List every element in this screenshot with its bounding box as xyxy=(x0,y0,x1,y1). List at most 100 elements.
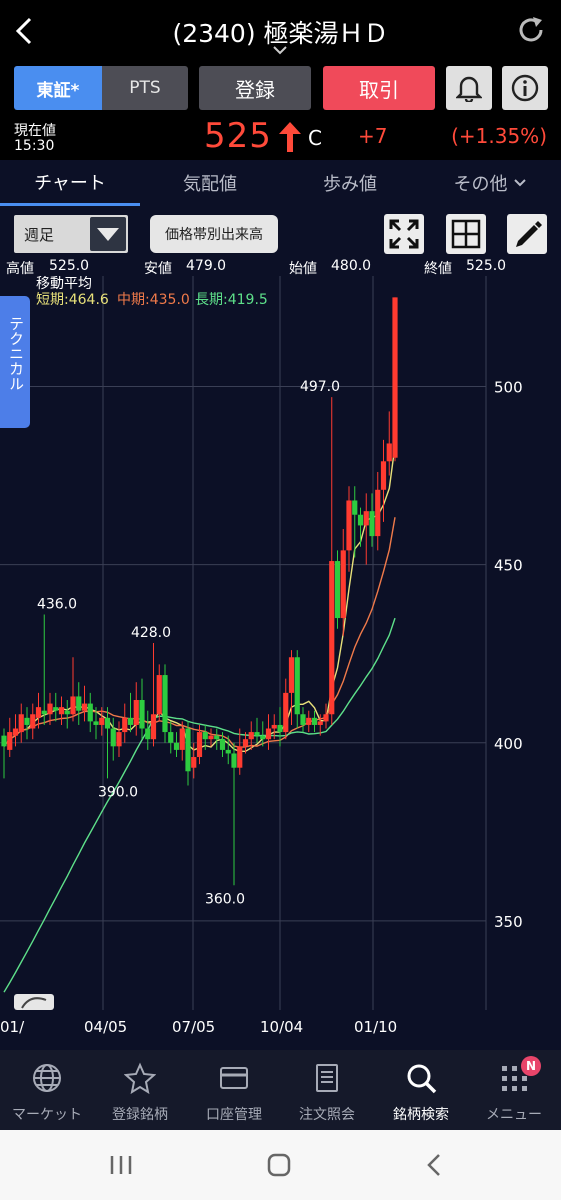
candle-body xyxy=(208,735,214,740)
candle-body xyxy=(150,714,157,740)
nav-label: 口座管理 xyxy=(206,1107,262,1123)
tab-quotes[interactable]: 気配値 xyxy=(140,160,280,206)
nav-label: 注文照会 xyxy=(299,1107,355,1123)
x-tick: 04/05 xyxy=(84,1018,128,1036)
pts-button[interactable]: PTS xyxy=(102,66,188,110)
current-price-label: 現在値 xyxy=(14,123,56,139)
candle-body xyxy=(7,732,13,750)
candle-body xyxy=(81,703,88,711)
expand-icon xyxy=(389,219,419,249)
home-icon[interactable] xyxy=(266,1152,292,1178)
price-annotation: 390.0 xyxy=(98,784,138,800)
candle-body xyxy=(380,461,387,490)
tab-other-label: その他 xyxy=(453,174,508,195)
candle-body xyxy=(369,511,375,537)
tab-ticks[interactable]: 歩み値 xyxy=(280,160,420,206)
candle-body xyxy=(24,717,30,725)
candle-body xyxy=(294,657,300,715)
candle-body xyxy=(352,500,358,515)
candle-body xyxy=(12,728,19,736)
candle-body xyxy=(93,721,99,725)
candle-body xyxy=(329,561,335,715)
candle-body xyxy=(133,700,139,725)
candle-body xyxy=(202,732,208,740)
candle-body xyxy=(168,732,174,743)
tab-other[interactable]: その他 xyxy=(420,160,561,206)
price-annotation: 497.0 xyxy=(300,379,340,395)
info-icon xyxy=(511,74,539,102)
chart-toolbar: 週足 価格帯別出来高 xyxy=(0,206,561,262)
period-select[interactable]: 週足 xyxy=(14,215,128,253)
candle-body xyxy=(185,728,191,772)
candle-body xyxy=(145,728,151,740)
chevron-down-icon[interactable] xyxy=(271,44,289,56)
candle-body xyxy=(225,749,231,754)
back-nav-icon[interactable] xyxy=(424,1152,444,1178)
alert-button[interactable] xyxy=(446,66,492,110)
nav-orders[interactable]: 注文照会 xyxy=(280,1050,374,1130)
candle-body xyxy=(139,700,145,729)
notification-badge: N xyxy=(521,1056,541,1076)
candle-body xyxy=(179,728,185,750)
y-tick: 450 xyxy=(494,557,523,575)
technical-tab[interactable]: テクニカル xyxy=(0,296,30,428)
trade-button[interactable]: 取引 xyxy=(323,66,435,110)
nav-watchlist[interactable]: 登録銘柄 xyxy=(93,1050,187,1130)
open-label: 始値 xyxy=(289,261,317,277)
candle-body xyxy=(357,514,364,526)
ohlc-bar: 高値 525.0 安値 479.0 始値 480.0 終値 525.0 xyxy=(0,256,561,277)
refresh-icon[interactable] xyxy=(515,14,547,46)
candle-body xyxy=(191,757,197,768)
candle-body xyxy=(47,703,53,715)
arrow-up-icon xyxy=(279,122,301,152)
nav-market[interactable]: マーケット xyxy=(0,1050,94,1130)
grid-icon xyxy=(451,219,481,249)
nav-account[interactable]: 口座管理 xyxy=(187,1050,281,1130)
price-panel: 現在値 15:30 525 C +7 (+1.35%) xyxy=(0,114,561,160)
low-label: 安値 xyxy=(144,261,172,277)
candle-body xyxy=(18,714,24,733)
candle-body xyxy=(248,732,254,740)
x-axis: 01/ 04/05 07/05 10/04 01/10 xyxy=(0,1010,561,1050)
price-time: 15:30 xyxy=(14,138,55,154)
action-bar: 東証* PTS 登録 取引 xyxy=(0,62,561,114)
collapse-handle[interactable] xyxy=(14,994,54,1010)
nav-search[interactable]: 銘柄検索 xyxy=(374,1050,468,1130)
pencil-icon xyxy=(516,221,542,247)
candle-body xyxy=(156,675,162,715)
x-tick: 01/10 xyxy=(354,1018,398,1036)
candle-body xyxy=(162,675,168,733)
tab-bar: チャート 気配値 歩み値 その他 xyxy=(0,160,561,206)
x-tick: 10/04 xyxy=(260,1018,304,1036)
volume-by-price-button[interactable]: 価格帯別出来高 xyxy=(150,215,278,253)
y-tick: 400 xyxy=(494,735,523,753)
candle-body xyxy=(104,717,111,729)
candle-body xyxy=(363,511,369,526)
layout-button[interactable] xyxy=(446,214,486,254)
current-price: 525 xyxy=(204,116,272,156)
candle-body xyxy=(58,707,65,715)
candlestick-chart[interactable]: 436.0 428.0 390.0 360.0 497.0 500 450 400 350 移… xyxy=(0,276,561,1010)
ma-legend-mid: 中期:435.0 xyxy=(117,292,190,308)
candle-body xyxy=(260,735,266,740)
candle-body xyxy=(340,550,346,619)
candle-body xyxy=(1,735,7,747)
low-value: 479.0 xyxy=(186,258,227,274)
register-button[interactable]: 登録 xyxy=(199,66,311,110)
tosho-button[interactable]: 東証* xyxy=(14,66,102,110)
recent-apps-icon[interactable] xyxy=(108,1154,134,1176)
card-icon xyxy=(220,1067,248,1089)
candle-body xyxy=(334,561,341,619)
high-label: 高値 xyxy=(6,261,34,277)
info-button[interactable] xyxy=(502,66,548,110)
tab-chart[interactable]: チャート xyxy=(0,160,140,206)
fullscreen-button[interactable] xyxy=(384,214,424,254)
chevron-down-icon xyxy=(513,179,526,187)
draw-button[interactable] xyxy=(507,214,547,254)
close-value: 525.0 xyxy=(466,258,507,274)
candle-body xyxy=(323,714,329,722)
x-tick: 01/ xyxy=(0,1018,25,1036)
candle-body xyxy=(127,717,134,725)
system-nav-bar xyxy=(0,1130,561,1200)
nav-menu[interactable]: N メニュー xyxy=(467,1050,561,1130)
